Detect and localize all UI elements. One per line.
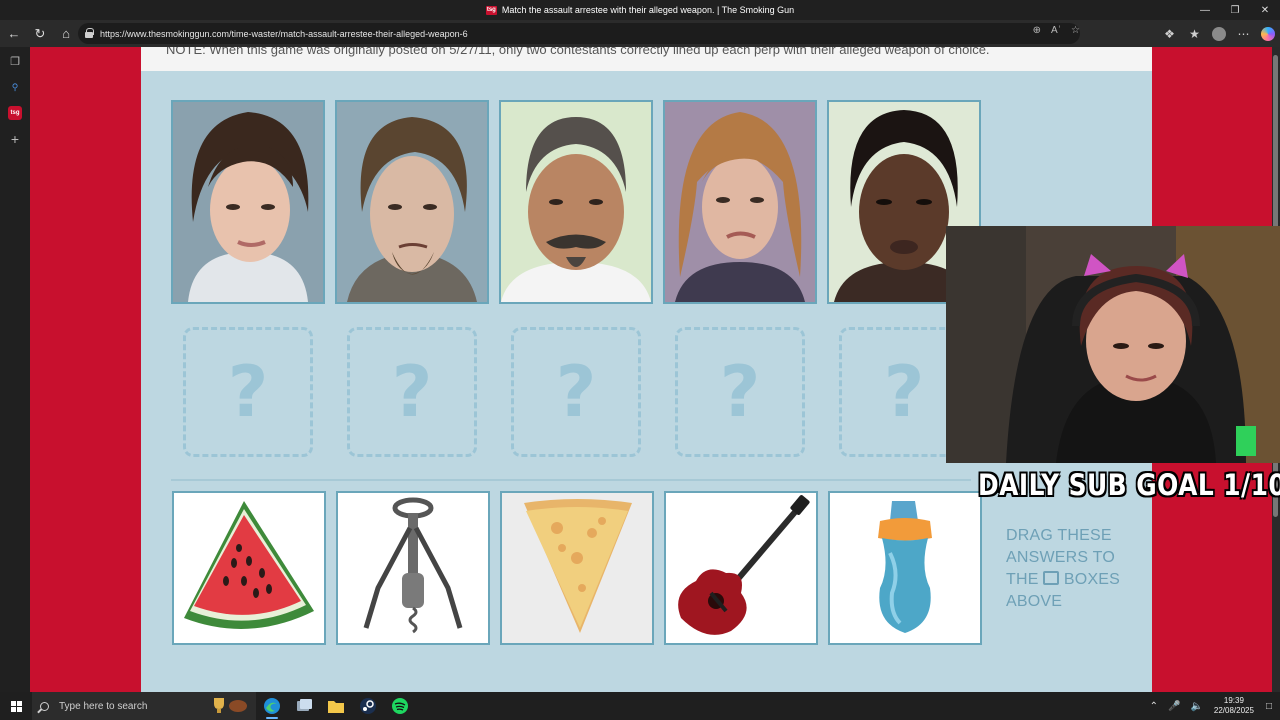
mugshot-1 [171, 100, 325, 304]
reload-icon[interactable]: ↻ [28, 22, 52, 46]
search-highlight-icon [210, 696, 250, 716]
corkscrew-icon [363, 497, 463, 634]
mugshot-4-image [665, 102, 815, 302]
address-bar[interactable]: https://www.thesmokinggun.com/time-waste… [78, 23, 1080, 44]
taskbar: Type here to search ⌃ 🎤 🔈 19:39 22/08/20… [0, 692, 1280, 720]
pizza-icon [524, 499, 632, 633]
new-tab-icon[interactable]: + [0, 127, 30, 151]
mugshot-3 [499, 100, 653, 304]
slot-question-mark: ? [227, 351, 269, 433]
mugshot-3-image [501, 102, 651, 302]
home-icon[interactable]: ⌂ [54, 22, 78, 46]
clock-date: 22/08/2025 [1213, 706, 1254, 715]
url-text: https://www.thesmokinggun.com/time-waste… [100, 28, 468, 39]
notifications-icon[interactable]: □ [1266, 701, 1272, 712]
drag-instructions: DRAG THESE ANSWERS TO THE BOXES ABOVE [1006, 525, 1136, 613]
site-favicon: tsg [485, 5, 497, 15]
steam-icon[interactable] [352, 692, 384, 720]
drop-slot-4[interactable]: ? [675, 327, 805, 457]
answer-guitar[interactable] [664, 491, 818, 645]
maximize-icon[interactable]: ❐ [1220, 0, 1250, 20]
tab-actions-icon[interactable]: ❐ [0, 49, 30, 73]
more-icon[interactable]: ⋯ [1231, 21, 1256, 46]
answer-sippy-cup[interactable] [828, 491, 982, 645]
answer-corkscrew[interactable] [336, 491, 490, 645]
back-icon[interactable]: ← [2, 22, 26, 46]
mugshot-2-image [337, 102, 487, 302]
minimize-icon[interactable]: — [1190, 0, 1220, 20]
file-explorer-icon[interactable] [320, 692, 352, 720]
mugshot-4 [663, 100, 817, 304]
browser-toolbar: ← ↻ ⌂ https://www.thesmokinggun.com/time… [0, 20, 1280, 47]
mugshot-1-image [173, 102, 323, 302]
system-tray: ⌃ 🎤 🔈 19:39 22/08/2025 □ [1145, 692, 1280, 720]
drop-slot-3[interactable]: ? [511, 327, 641, 457]
zoom-icon[interactable]: ⊕ [1033, 25, 1041, 36]
start-button[interactable] [0, 692, 32, 720]
window-title: Match the assault arrestee with their al… [501, 5, 795, 15]
slot-question-mark: ? [719, 351, 761, 433]
sippy-cup-icon [878, 501, 932, 633]
clock-time: 19:39 [1223, 696, 1244, 705]
box-icon [1043, 571, 1060, 585]
webcam-overlay [946, 226, 1280, 463]
copilot-icon[interactable] [1261, 26, 1275, 41]
favorite-star-icon[interactable]: ☆ [1071, 25, 1080, 36]
mugshot-2 [335, 100, 489, 304]
windows-logo-icon [10, 700, 22, 712]
volume-icon[interactable]: 🔈 [1190, 701, 1202, 712]
slot-question-mark: ? [883, 351, 925, 433]
sub-goal-overlay: DAILY SUB GOAL 1/10 [978, 468, 1280, 502]
slot-question-mark: ? [555, 351, 597, 433]
drop-slot-1[interactable]: ? [183, 327, 313, 457]
answer-watermelon-slice[interactable] [172, 491, 326, 645]
instructions-line-1: DRAG THESE [1006, 527, 1112, 544]
profile-avatar[interactable] [1212, 26, 1226, 41]
vertical-tab-sidebar: ❐ ⚲ tsg + [0, 47, 30, 692]
window-title-bar: tsg Match the assault arrestee with thei… [0, 0, 1280, 20]
game-note: NOTE: When this game was originally post… [166, 47, 990, 57]
divider [171, 479, 971, 481]
drop-slot-2[interactable]: ? [347, 327, 477, 457]
spotify-icon[interactable] [384, 692, 416, 720]
task-view-icon[interactable] [288, 692, 320, 720]
tray-overflow-icon[interactable]: ⌃ [1150, 701, 1158, 712]
clock[interactable]: 19:39 22/08/2025 [1214, 696, 1254, 716]
favorites-icon[interactable]: ★ [1182, 21, 1207, 46]
lock-icon [85, 28, 94, 38]
close-icon[interactable]: ✕ [1250, 0, 1280, 20]
guitar-icon [678, 495, 810, 635]
instructions-line-4: ABOVE [1006, 593, 1063, 610]
answer-pizza-slice[interactable] [500, 491, 654, 645]
tab-favicon[interactable]: tsg [0, 101, 30, 125]
browser-right-toolbar: ❖ ★ ⋯ [1157, 20, 1280, 47]
instructions-line-3b: BOXES [1063, 571, 1121, 588]
instructions-line-2: ANSWERS TO [1006, 549, 1115, 566]
search-icon[interactable]: ⚲ [0, 75, 30, 99]
extensions-icon[interactable]: ❖ [1157, 21, 1182, 46]
window-controls: — ❐ ✕ [1190, 0, 1280, 20]
note-bar: NOTE: When this game was originally post… [141, 47, 1152, 71]
slot-question-mark: ? [391, 351, 433, 433]
taskbar-search-placeholder: Type here to search [59, 700, 148, 712]
taskbar-search[interactable]: Type here to search [32, 692, 256, 720]
streamer-webcam-image [946, 226, 1280, 463]
instructions-line-3a: THE [1006, 571, 1039, 588]
read-aloud-icon[interactable]: Aʿ [1051, 25, 1061, 36]
edge-icon[interactable] [256, 692, 288, 720]
search-icon [40, 701, 49, 711]
watermelon-icon [184, 501, 314, 629]
microphone-icon[interactable]: 🎤 [1168, 701, 1180, 712]
